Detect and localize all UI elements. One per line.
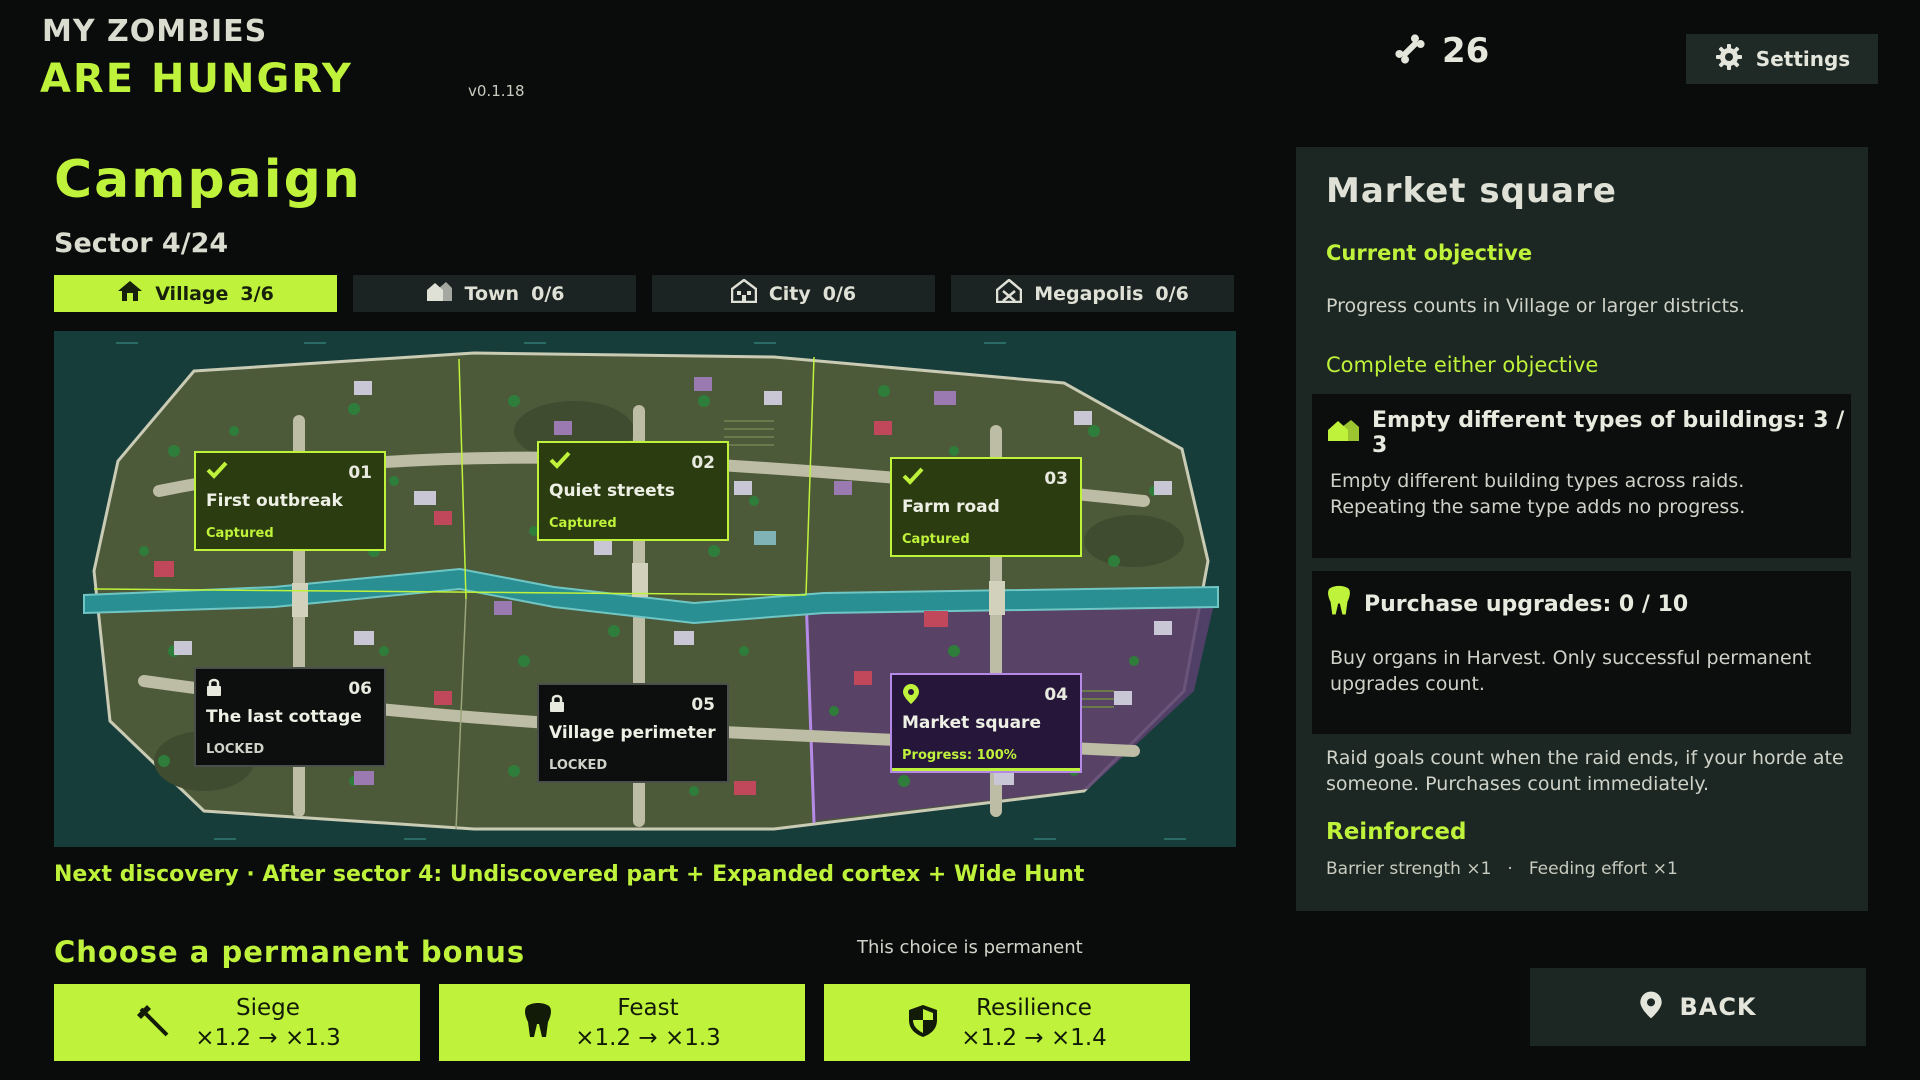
shield-icon xyxy=(907,1003,939,1043)
sector-status: LOCKED xyxy=(206,742,265,757)
tab-town-label: Town xyxy=(464,282,520,305)
sector-node-02[interactable]: 02 Quiet streets Captured xyxy=(537,441,729,541)
sector-status: Progress: 100% xyxy=(902,748,1017,763)
bonus-resilience-button[interactable]: Resilience ×1.2 → ×1.4 xyxy=(824,984,1190,1061)
bonus-value: ×1.2 → ×1.3 xyxy=(575,1024,721,1051)
building-icon xyxy=(1326,418,1360,448)
tooth-icon xyxy=(523,1002,553,1044)
bonus-name: Resilience xyxy=(976,994,1092,1021)
bonus-value: ×1.2 → ×1.4 xyxy=(961,1024,1107,1051)
sector-label: Sector 4/24 xyxy=(54,228,229,259)
sector-number: 01 xyxy=(348,463,372,483)
bonus-name: Siege xyxy=(236,994,300,1021)
bonus-feast-button[interactable]: Feast ×1.2 → ×1.3 xyxy=(439,984,805,1061)
tab-megapolis[interactable]: Megapolis 0/6 xyxy=(951,275,1234,312)
sector-name: First outbreak xyxy=(206,491,343,511)
sector-status: Captured xyxy=(902,532,970,547)
current-objective-label: Current objective xyxy=(1326,241,1533,265)
objective-card: Empty different types of buildings: 3 / … xyxy=(1312,394,1851,558)
objective-description: Buy organs in Harvest. Only successful p… xyxy=(1330,647,1812,695)
sector-status: LOCKED xyxy=(549,758,608,773)
version-label: v0.1.18 xyxy=(468,82,525,100)
sector-name: Village perimeter xyxy=(549,723,716,743)
sector-node-04[interactable]: 04 Market square Progress: 100% xyxy=(890,673,1082,773)
reinforced-label: Reinforced xyxy=(1326,819,1467,845)
settings-button[interactable]: Settings xyxy=(1686,34,1878,84)
back-button[interactable]: BACK xyxy=(1530,968,1866,1046)
next-discovery-text: Next discovery · After sector 4: Undisco… xyxy=(54,862,1085,887)
bone-counter: 26 xyxy=(1392,26,1489,76)
objective-card: Purchase upgrades: 0 / 10 Buy organs in … xyxy=(1312,571,1851,734)
sector-status: Captured xyxy=(549,516,617,531)
bonus-siege-button[interactable]: Siege ×1.2 → ×1.3 xyxy=(54,984,420,1061)
sector-number: 05 xyxy=(691,695,715,715)
page-title: Campaign xyxy=(54,150,362,210)
tooth-icon xyxy=(1326,585,1352,623)
bonus-value: ×1.2 → ×1.3 xyxy=(195,1024,341,1051)
megapolis-icon xyxy=(995,278,1023,308)
sector-number: 06 xyxy=(348,679,372,699)
barrier-strength-stat: Barrier strength ×1 xyxy=(1326,859,1492,879)
sector-node-01[interactable]: 01 First outbreak Captured xyxy=(194,451,386,551)
map-pin-icon xyxy=(1639,989,1663,1025)
sector-progress-bar xyxy=(892,768,1080,771)
either-objective-label: Complete either objective xyxy=(1326,353,1599,377)
tab-city-label: City xyxy=(768,282,811,305)
gear-icon xyxy=(1714,42,1744,76)
bone-count: 26 xyxy=(1442,31,1490,71)
hammer-icon xyxy=(133,1001,173,1045)
sector-node-05[interactable]: 05 Village perimeter LOCKED xyxy=(537,683,729,783)
sector-name: The last cottage xyxy=(206,707,362,727)
feeding-effort-stat: Feeding effort ×1 xyxy=(1528,859,1678,879)
tab-village-count: 3/6 xyxy=(240,282,274,305)
bonus-name: Feast xyxy=(617,994,679,1021)
tab-village-label: Village xyxy=(155,282,229,305)
tab-town[interactable]: Town 0/6 xyxy=(353,275,636,312)
logo-line1: MY ZOMBIES xyxy=(42,14,268,49)
back-label: BACK xyxy=(1679,993,1757,1021)
sector-status: Captured xyxy=(206,526,274,541)
tab-town-count: 0/6 xyxy=(531,282,565,305)
city-icon xyxy=(730,278,758,308)
tab-megapolis-count: 0/6 xyxy=(1155,282,1189,305)
town-icon xyxy=(425,280,453,307)
tab-city[interactable]: City 0/6 xyxy=(652,275,935,312)
sector-name: Farm road xyxy=(902,497,1000,517)
tab-megapolis-label: Megapolis xyxy=(1034,282,1144,305)
logo-line2: ARE HUNGRY xyxy=(40,56,353,102)
current-objective-text: Progress counts in Village or larger dis… xyxy=(1326,295,1745,317)
bonus-title: Choose a permanent bonus xyxy=(54,935,526,969)
sector-node-03[interactable]: 03 Farm road Captured xyxy=(890,457,1082,557)
bonus-note: This choice is permanent xyxy=(857,937,1083,958)
raid-note: Raid goals count when the raid ends, if … xyxy=(1326,747,1844,795)
objective-title: Purchase upgrades: 0 / 10 xyxy=(1364,591,1689,617)
house-icon xyxy=(117,280,143,307)
sector-name: Market square xyxy=(902,713,1041,733)
sector-number: 03 xyxy=(1044,469,1068,489)
sector-name: Quiet streets xyxy=(549,481,675,501)
sector-map: 01 First outbreak Captured 02 Quiet stre… xyxy=(54,331,1236,847)
reinforced-stats: Barrier strength ×1 · Feeding effort ×1 xyxy=(1326,859,1678,879)
panel-title: Market square xyxy=(1326,171,1617,211)
sector-number: 04 xyxy=(1044,685,1068,705)
settings-label: Settings xyxy=(1755,47,1851,71)
bone-icon xyxy=(1392,31,1428,71)
objective-description: Empty different building types across ra… xyxy=(1330,470,1746,518)
sector-detail-panel: Market square Current objective Progress… xyxy=(1296,147,1868,911)
tab-village[interactable]: Village 3/6 xyxy=(54,275,337,312)
tab-city-count: 0/6 xyxy=(822,282,857,305)
stat-separator: · xyxy=(1507,859,1513,879)
sector-node-06[interactable]: 06 The last cottage LOCKED xyxy=(194,667,386,767)
sector-number: 02 xyxy=(691,453,715,473)
objective-title: Empty different types of buildings: 3 / … xyxy=(1372,408,1845,458)
